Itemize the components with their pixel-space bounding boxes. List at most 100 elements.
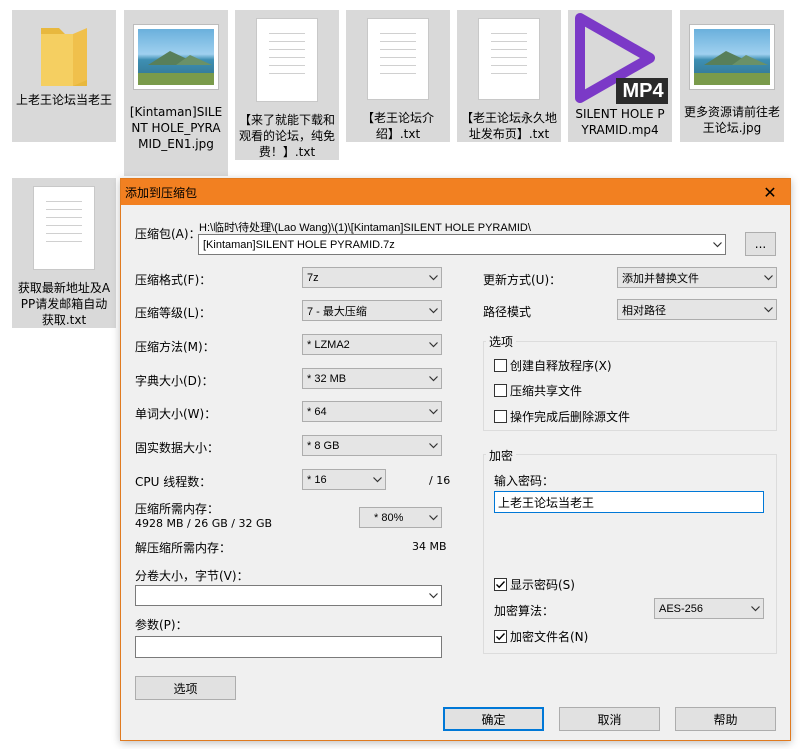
chevron-down-icon	[709, 235, 725, 254]
split-select[interactable]	[135, 585, 442, 606]
dict-select[interactable]: * 32 MB	[302, 368, 442, 389]
method-value: * LZMA2	[307, 338, 350, 351]
checkbox-box[interactable]	[494, 630, 507, 643]
password-label: 输入密码：	[494, 474, 555, 488]
encryption-method-select[interactable]: AES-256	[654, 598, 764, 619]
update-label: 更新方式(U)：	[483, 273, 562, 287]
checkbox-box[interactable]	[494, 384, 507, 397]
mem-decompress-value: 34 MB	[412, 540, 447, 553]
chevron-down-icon	[425, 268, 441, 287]
chevron-down-icon	[760, 268, 776, 287]
cpu-value: * 16	[307, 473, 327, 486]
chevron-down-icon	[369, 470, 385, 489]
encrypt-names-checkbox[interactable]: 加密文件名(N)	[494, 628, 588, 645]
path-mode-value: 相对路径	[622, 304, 666, 317]
checkbox-box[interactable]	[494, 359, 507, 372]
text-file-icon	[256, 18, 318, 102]
options-button[interactable]: 选项	[135, 676, 236, 700]
password-input[interactable]: 上老王论坛当老王	[494, 491, 764, 513]
chevron-down-icon	[747, 599, 763, 618]
text-file-icon	[367, 18, 429, 100]
checkbox-box[interactable]	[494, 410, 507, 423]
mem-compress-select[interactable]: * 80%	[359, 507, 442, 528]
chevron-down-icon	[425, 436, 441, 455]
ok-button[interactable]: 确定	[443, 707, 544, 731]
checkbox-label: 创建自释放程序(X)	[510, 359, 612, 373]
chevron-down-icon	[425, 301, 441, 320]
archive-path: H:\临时\待处理\(Lao Wang)\(1)\[Kintaman]SILEN…	[199, 222, 531, 234]
encryption-method-value: AES-256	[659, 602, 704, 615]
checkbox-label: 压缩共享文件	[510, 384, 583, 398]
show-password-checkbox[interactable]: 显示密码(S)	[494, 576, 575, 593]
cpu-total: / 16	[429, 474, 451, 487]
level-select[interactable]: 7 - 最大压缩	[302, 300, 442, 321]
word-select[interactable]: * 64	[302, 401, 442, 422]
browse-button[interactable]: ...	[745, 232, 776, 256]
file-image[interactable]: 更多资源请前往老王论坛.jpg	[680, 10, 784, 142]
checkbox-label: 加密文件名(N)	[510, 630, 589, 644]
options-group-title: 选项	[486, 333, 517, 350]
file-folder[interactable]: 上老王论坛当老王	[12, 10, 116, 142]
checkbox-label: 操作完成后删除源文件	[510, 410, 631, 424]
file-text[interactable]: 【老王论坛永久地址发布页】.txt	[457, 10, 561, 142]
format-label: 压缩格式(F)：	[135, 273, 212, 287]
dialog-titlebar[interactable]: 添加到压缩包 ✕	[121, 179, 790, 205]
add-to-archive-dialog: 添加到压缩包 ✕ 压缩包(A)： H:\临时\待处理\(Lao Wang)\(1…	[120, 178, 791, 741]
file-name: SILENT HOLE PYRAMID.mp4	[575, 107, 665, 137]
cpu-select[interactable]: * 16	[302, 469, 386, 490]
chevron-down-icon	[425, 369, 441, 388]
image-icon	[133, 24, 219, 90]
path-mode-select[interactable]: 相对路径	[617, 299, 777, 320]
level-label: 压缩等级(L)：	[135, 306, 212, 320]
archive-name: [Kintaman]SILENT HOLE PYRAMID.7z	[203, 238, 395, 251]
file-text[interactable]: 【老王论坛介绍】.txt	[346, 10, 450, 142]
file-image[interactable]: [Kintaman]SILENT HOLE_PYRAMID_EN1.jpg	[124, 10, 228, 176]
mp4-badge: MP4	[622, 80, 664, 102]
text-file-icon	[478, 18, 540, 100]
level-value: 7 - 最大压缩	[307, 305, 367, 318]
update-select[interactable]: 添加并替换文件	[617, 267, 777, 288]
help-button[interactable]: 帮助	[675, 707, 776, 731]
file-name: 【老王论坛永久地址发布页】.txt	[461, 111, 558, 141]
dict-value: * 32 MB	[307, 372, 347, 385]
update-value: 添加并替换文件	[622, 272, 699, 285]
method-label: 压缩方法(M)：	[135, 340, 215, 354]
mem-compress-label: 压缩所需内存：	[135, 502, 220, 516]
file-name: [Kintaman]SILENT HOLE_PYRAMID_EN1.jpg	[129, 105, 223, 151]
encryption-method-label: 加密算法：	[494, 604, 555, 618]
word-label: 单词大小(W)：	[135, 407, 217, 421]
file-text[interactable]: 获取最新地址及APP请发邮箱自动获取.txt	[12, 178, 116, 328]
archive-name-combo[interactable]: [Kintaman]SILENT HOLE PYRAMID.7z	[198, 234, 726, 255]
method-select[interactable]: * LZMA2	[302, 334, 442, 355]
solid-select[interactable]: * 8 GB	[302, 435, 442, 456]
params-label: 参数(P)：	[135, 618, 188, 632]
file-video[interactable]: MP4 SILENT HOLE PYRAMID.mp4	[568, 10, 672, 142]
delete-after-checkbox[interactable]: 操作完成后删除源文件	[494, 408, 630, 425]
chevron-down-icon	[425, 508, 441, 527]
chevron-down-icon	[425, 335, 441, 354]
chevron-down-icon	[425, 586, 441, 605]
compress-shared-checkbox[interactable]: 压缩共享文件	[494, 382, 582, 399]
archive-label: 压缩包(A)：	[135, 227, 201, 241]
checkbox-box[interactable]	[494, 578, 507, 591]
params-input[interactable]	[135, 636, 442, 658]
file-text[interactable]: 【来了就能下载和观看的论坛，纯免费！】.txt	[235, 10, 339, 160]
split-label: 分卷大小，字节(V)：	[135, 569, 249, 583]
cpu-label: CPU 线程数：	[135, 475, 212, 489]
create-sfx-checkbox[interactable]: 创建自释放程序(X)	[494, 357, 612, 374]
text-file-icon	[33, 186, 95, 270]
cancel-button[interactable]: 取消	[559, 707, 660, 731]
dict-label: 字典大小(D)：	[135, 374, 214, 388]
word-value: * 64	[307, 405, 327, 418]
mem-decompress-label: 解压缩所需内存：	[135, 541, 232, 555]
file-name: 【来了就能下载和观看的论坛，纯免费！】.txt	[239, 113, 336, 159]
close-icon[interactable]: ✕	[750, 179, 790, 205]
folder-icon	[29, 18, 99, 92]
file-name: 更多资源请前往老王论坛.jpg	[684, 105, 781, 135]
checkbox-label: 显示密码(S)	[510, 578, 575, 592]
mem-compress-value: * 80%	[374, 511, 404, 524]
mem-compress-detail: 4928 MB / 26 GB / 32 GB	[135, 517, 273, 530]
file-name: 【老王论坛介绍】.txt	[361, 111, 434, 141]
path-mode-label: 路径模式	[483, 305, 532, 319]
format-select[interactable]: 7z	[302, 267, 442, 288]
